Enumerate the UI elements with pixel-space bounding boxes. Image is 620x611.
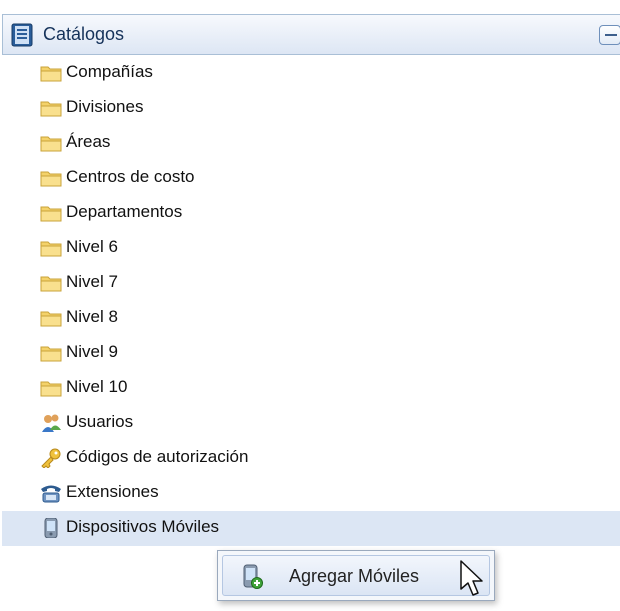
tree-item-label: Nivel 7 bbox=[66, 272, 118, 291]
tree-item-label: Nivel 9 bbox=[66, 342, 118, 361]
tree-item-label: Áreas bbox=[66, 132, 111, 151]
tree-item[interactable]: Nivel 6 bbox=[2, 231, 620, 266]
book-icon bbox=[11, 23, 33, 47]
phone-icon bbox=[40, 483, 62, 503]
add-mobile-icon bbox=[243, 564, 263, 589]
tree-item-label: Compañías bbox=[66, 62, 153, 81]
folder-icon bbox=[40, 63, 62, 83]
folder-icon bbox=[40, 203, 62, 223]
folder-icon bbox=[40, 343, 62, 363]
tree-item[interactable]: Departamentos bbox=[2, 196, 620, 231]
tree-item-label: Códigos de autorización bbox=[66, 447, 249, 466]
tree-item[interactable]: Áreas bbox=[2, 126, 620, 161]
tree-item[interactable]: Dispositivos Móviles bbox=[2, 511, 620, 546]
panel-title: Catálogos bbox=[43, 24, 125, 44]
tree-item-label: Usuarios bbox=[66, 412, 134, 431]
tree-item-label: Departamentos bbox=[66, 202, 183, 221]
panel-header[interactable]: Catálogos bbox=[2, 14, 620, 55]
catalogs-panel: Catálogos Compañías Divisiones Áreas Centro… bbox=[2, 0, 620, 611]
tree-item[interactable]: Nivel 9 bbox=[2, 336, 620, 371]
tree-item[interactable]: Usuarios bbox=[2, 406, 620, 441]
tree-item[interactable]: Centros de costo bbox=[2, 161, 620, 196]
folder-icon bbox=[40, 273, 62, 293]
add-mobile-label: Agregar Móviles bbox=[289, 566, 420, 586]
mobile-device-icon bbox=[40, 517, 62, 539]
tree-item-label: Centros de costo bbox=[66, 167, 195, 186]
tree-item[interactable]: Divisiones bbox=[2, 91, 620, 126]
key-icon bbox=[40, 448, 62, 469]
tree-item-label: Divisiones bbox=[66, 97, 144, 116]
tree-item-label: Nivel 8 bbox=[66, 307, 118, 326]
tree-item[interactable]: Extensiones bbox=[2, 476, 620, 511]
tree-item-label: Nivel 10 bbox=[66, 377, 128, 396]
folder-icon bbox=[40, 238, 62, 258]
context-menu: Agregar Móviles bbox=[217, 550, 495, 601]
tree-item-label: Dispositivos Móviles bbox=[66, 517, 220, 536]
collapse-minus-icon[interactable] bbox=[599, 25, 620, 45]
tree-item-label: Nivel 6 bbox=[66, 237, 118, 256]
folder-icon bbox=[40, 133, 62, 153]
folder-icon bbox=[40, 308, 62, 328]
tree-item[interactable]: Códigos de autorización bbox=[2, 441, 620, 476]
add-mobile-menu-item[interactable]: Agregar Móviles bbox=[222, 555, 490, 596]
mouse-cursor-icon bbox=[460, 560, 483, 596]
folder-icon bbox=[40, 168, 62, 188]
tree-item[interactable]: Nivel 7 bbox=[2, 266, 620, 301]
tree-item[interactable]: Nivel 10 bbox=[2, 371, 620, 406]
folder-icon bbox=[40, 378, 62, 398]
tree-item[interactable]: Nivel 8 bbox=[2, 301, 620, 336]
folder-icon bbox=[40, 98, 62, 118]
users-icon bbox=[40, 413, 62, 433]
tree-item[interactable]: Compañías bbox=[2, 56, 620, 91]
tree-item-label: Extensiones bbox=[66, 482, 159, 501]
